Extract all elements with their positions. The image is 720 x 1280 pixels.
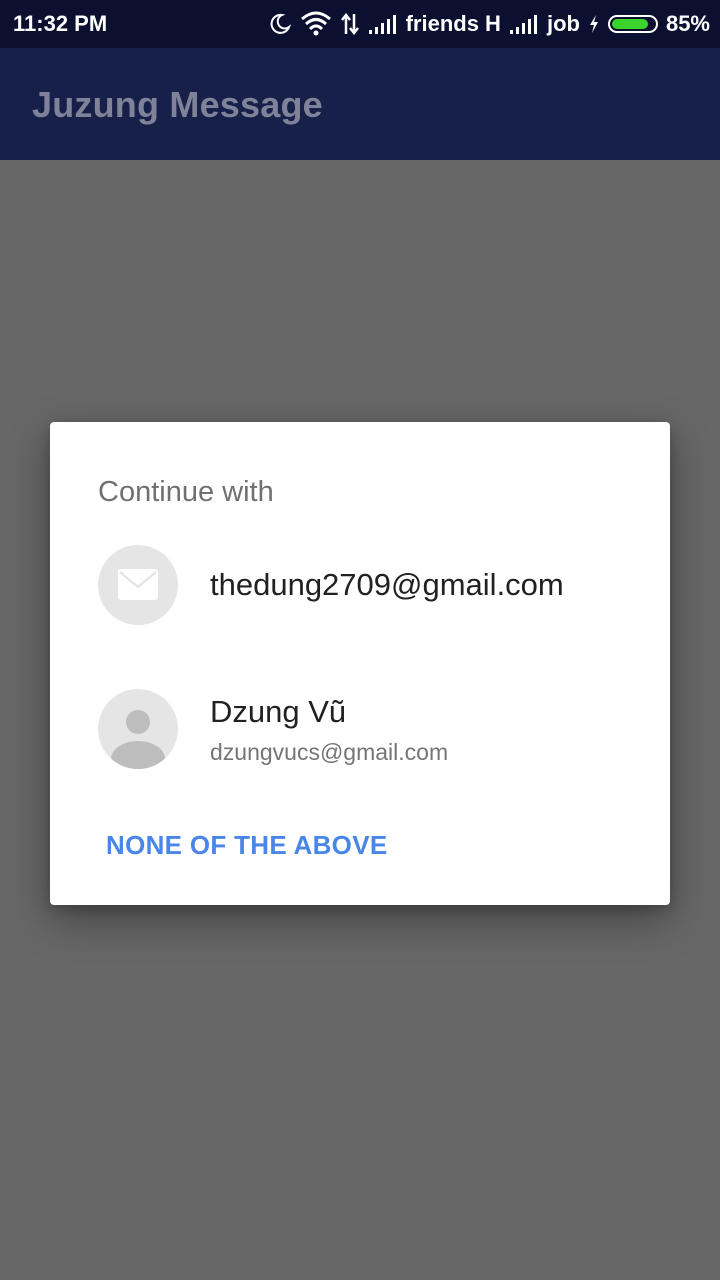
account-email: thedung2709@gmail.com (210, 567, 564, 602)
data-transfer-icon (340, 12, 360, 36)
wifi-icon (300, 11, 332, 37)
dialog-title: Continue with (98, 476, 274, 508)
account-option-google[interactable]: Dzung Vũ dzungvucs@gmail.com (50, 679, 670, 779)
moon-icon (268, 12, 292, 36)
status-time: 11:32 PM (13, 11, 108, 36)
mail-icon (98, 545, 178, 625)
account-option-email[interactable]: thedung2709@gmail.com (50, 535, 670, 635)
account-name: Dzung Vũ (210, 694, 347, 729)
carrier-label-1: friends H (405, 11, 501, 36)
signal-icon (509, 13, 539, 35)
charging-icon (588, 14, 600, 34)
carrier-label-2: job (546, 11, 580, 36)
app-bar-scrim (0, 48, 720, 160)
status-icons: friends H job 85% (268, 0, 710, 48)
battery-percent: 85% (665, 11, 710, 36)
account-picker-dialog: Continue with thedung2709@gmail.com Dzun… (50, 422, 670, 905)
signal-icon (368, 13, 398, 35)
person-icon (98, 689, 178, 769)
status-bar: 11:32 PM friends H job 85% (0, 0, 720, 48)
battery-fill (611, 19, 648, 29)
account-email: dzungvucs@gmail.com (210, 739, 449, 765)
battery-icon (607, 15, 658, 33)
none-of-the-above-button[interactable]: NONE OF THE ABOVE (106, 830, 388, 861)
